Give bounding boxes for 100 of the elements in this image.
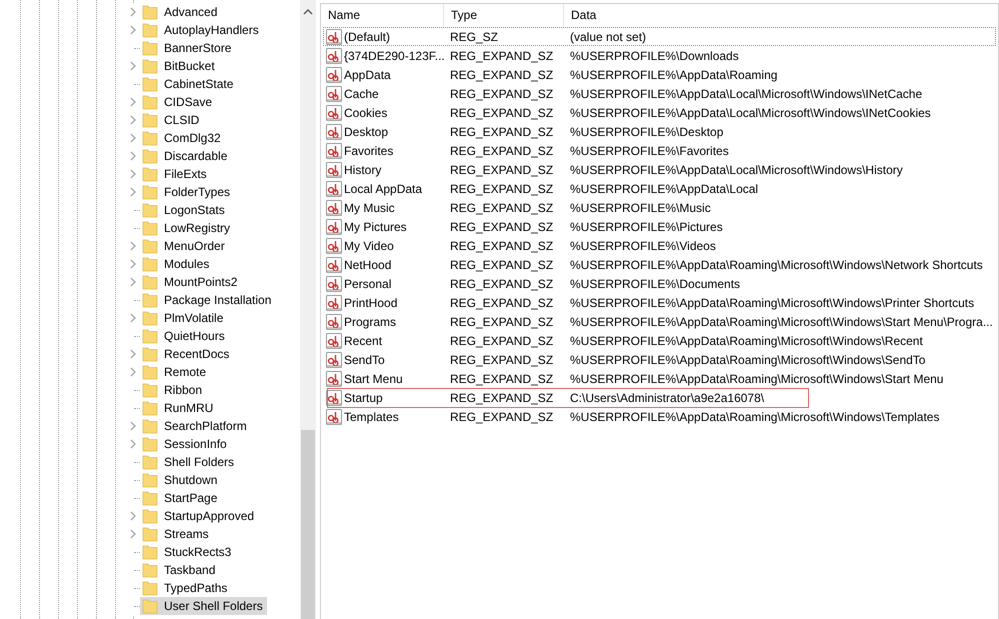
tree-item[interactable]: StartupApproved <box>140 507 258 525</box>
tree-item[interactable]: StartPage <box>140 489 222 507</box>
tree-item[interactable]: BitBucket <box>140 57 219 75</box>
chevron-icon[interactable] <box>129 115 137 125</box>
chevron-icon[interactable] <box>129 529 137 539</box>
value-row[interactable]: Cookies REG_EXPAND_SZ %USERPROFILE%\AppData\Local\Microsoft\Windows\INetCookies <box>323 103 996 122</box>
scrollbar[interactable] <box>300 0 316 619</box>
tree-item[interactable]: Modules <box>140 255 214 273</box>
tree-item[interactable]: Ribbon <box>140 381 206 399</box>
tree-item[interactable]: ComDlg32 <box>140 129 225 147</box>
value-data: %USERPROFILE%\AppData\Roaming\Microsoft\Windows\Network Shortcuts <box>570 258 983 272</box>
chevron-icon[interactable] <box>129 61 137 71</box>
chevron-icon[interactable] <box>129 367 137 377</box>
chevron-icon[interactable] <box>129 241 137 251</box>
value-type: REG_EXPAND_SZ <box>450 182 554 196</box>
value-row[interactable]: {374DE290-123F... REG_EXPAND_SZ %USERPROFILE%\Downloads <box>323 46 996 65</box>
value-name: SendTo <box>344 352 385 366</box>
tree-item[interactable]: Package Installation <box>140 291 276 309</box>
value-row[interactable]: Desktop REG_EXPAND_SZ %USERPROFILE%\Desktop <box>323 122 996 141</box>
tree-item[interactable]: TypedPaths <box>140 579 232 597</box>
value-data: %USERPROFILE%\Music <box>570 200 711 214</box>
tree-item[interactable]: CLSID <box>140 111 204 129</box>
tree-item[interactable]: BannerStore <box>140 39 236 57</box>
string-value-icon <box>326 370 342 386</box>
string-value-icon <box>326 104 342 120</box>
column-header[interactable]: Name <box>321 4 444 26</box>
column-header[interactable]: Type <box>444 4 564 26</box>
value-type: REG_EXPAND_SZ <box>450 390 554 404</box>
value-data: %USERPROFILE%\AppData\Roaming\Microsoft\Windows\Start Menu\Progra... <box>570 314 993 328</box>
value-type: REG_EXPAND_SZ <box>450 124 554 138</box>
value-data: %USERPROFILE%\AppData\Local\Microsoft\Windows\History <box>570 162 903 176</box>
tree-item[interactable]: Shell Folders <box>140 453 238 471</box>
chevron-icon[interactable] <box>129 511 137 521</box>
folder-icon <box>142 184 158 200</box>
value-row[interactable]: History REG_EXPAND_SZ %USERPROFILE%\AppData\Local\Microsoft\Windows\History <box>323 160 996 179</box>
chevron-icon[interactable] <box>129 169 137 179</box>
tree-item[interactable]: Taskband <box>140 561 220 579</box>
tree-item[interactable]: Discardable <box>140 147 232 165</box>
chevron-icon[interactable] <box>129 349 137 359</box>
value-row[interactable]: SendTo REG_EXPAND_SZ %USERPROFILE%\AppData\Roaming\Microsoft\Windows\SendTo <box>323 350 996 369</box>
value-row[interactable]: Start Menu REG_EXPAND_SZ %USERPROFILE%\AppData\Roaming\Microsoft\Windows\Start Menu <box>323 369 996 388</box>
tree-item[interactable]: SessionInfo <box>140 435 231 453</box>
value-type: REG_EXPAND_SZ <box>450 296 554 310</box>
chevron-icon[interactable] <box>129 439 137 449</box>
value-name: Desktop <box>344 124 388 138</box>
value-row[interactable]: Cache REG_EXPAND_SZ %USERPROFILE%\AppData\Local\Microsoft\Windows\INetCache <box>323 84 996 103</box>
tree-item[interactable]: FileExts <box>140 165 211 183</box>
tree-item[interactable]: MountPoints2 <box>140 273 242 291</box>
string-value-icon <box>326 162 342 178</box>
tree-item[interactable]: QuietHours <box>140 327 229 345</box>
tree-item[interactable]: RunMRU <box>140 399 218 417</box>
tree-item[interactable]: SearchPlatform <box>140 417 251 435</box>
column-header[interactable]: Data <box>564 4 998 26</box>
value-row[interactable]: Favorites REG_EXPAND_SZ %USERPROFILE%\Favorites <box>323 141 996 160</box>
chevron-icon[interactable] <box>129 7 137 17</box>
value-row[interactable]: Local AppData REG_EXPAND_SZ %USERPROFILE%\AppData\Local <box>323 179 996 198</box>
value-row[interactable]: (Default) REG_SZ (value not set) <box>323 27 996 46</box>
value-row[interactable]: AppData REG_EXPAND_SZ %USERPROFILE%\AppData\Roaming <box>323 65 996 84</box>
value-row[interactable]: My Video REG_EXPAND_SZ %USERPROFILE%\Videos <box>323 236 996 255</box>
value-name: Recent <box>344 334 382 348</box>
scroll-thumb[interactable] <box>301 430 315 619</box>
value-row[interactable]: My Pictures REG_EXPAND_SZ %USERPROFILE%\Pictures <box>323 217 996 236</box>
tree-item[interactable]: LogonStats <box>140 201 229 219</box>
tree-item[interactable]: MenuOrder <box>140 237 229 255</box>
tree-item[interactable]: CIDSave <box>140 93 216 111</box>
tree-item[interactable]: Advanced <box>140 3 222 21</box>
folder-icon <box>142 436 158 452</box>
chevron-icon[interactable] <box>129 97 137 107</box>
chevron-icon[interactable] <box>129 313 137 323</box>
value-data: %USERPROFILE%\AppData\Local\Microsoft\Windows\INetCache <box>570 86 922 100</box>
chevron-icon[interactable] <box>129 25 137 35</box>
tree-item[interactable]: RecentDocs <box>140 345 234 363</box>
value-row[interactable]: Templates REG_EXPAND_SZ %USERPROFILE%\AppData\Roaming\Microsoft\Windows\Templates <box>323 407 996 426</box>
tree-item[interactable]: Remote <box>140 363 210 381</box>
value-row[interactable]: Programs REG_EXPAND_SZ %USERPROFILE%\AppData\Roaming\Microsoft\Windows\Start Menu\Progra... <box>323 312 996 331</box>
chevron-icon[interactable] <box>129 187 137 197</box>
value-data: %USERPROFILE%\AppData\Local <box>570 182 758 196</box>
value-data: %USERPROFILE%\Pictures <box>570 220 723 234</box>
value-row[interactable]: Recent REG_EXPAND_SZ %USERPROFILE%\AppData\Roaming\Microsoft\Windows\Recent <box>323 331 996 350</box>
tree-item[interactable]: User Shell Folders <box>140 597 267 615</box>
chevron-icon[interactable] <box>129 259 137 269</box>
chevron-icon[interactable] <box>129 277 137 287</box>
tree-item[interactable]: Streams <box>140 525 213 543</box>
value-row[interactable]: PrintHood REG_EXPAND_SZ %USERPROFILE%\AppData\Roaming\Microsoft\Windows\Printer Shortcuts <box>323 293 996 312</box>
tree-item[interactable]: LowRegistry <box>140 219 234 237</box>
chevron-icon[interactable] <box>129 151 137 161</box>
tree-item[interactable]: CabinetState <box>140 75 238 93</box>
value-row[interactable]: NetHood REG_EXPAND_SZ %USERPROFILE%\AppData\Roaming\Microsoft\Windows\Network Shortcuts <box>323 255 996 274</box>
chevron-icon[interactable] <box>129 421 137 431</box>
string-value-icon <box>326 218 342 234</box>
tree-item[interactable]: FolderTypes <box>140 183 234 201</box>
tree-item[interactable]: StuckRects3 <box>140 543 236 561</box>
value-row[interactable]: Startup REG_EXPAND_SZ C:\Users\Administrator\a9e2a16078\ <box>323 388 996 407</box>
chevron-icon[interactable] <box>129 133 137 143</box>
tree-item[interactable]: AutoplayHandlers <box>140 21 263 39</box>
tree-item[interactable]: PlmVolatile <box>140 309 228 327</box>
tree-item[interactable]: Shutdown <box>140 471 222 489</box>
value-row[interactable]: Personal REG_EXPAND_SZ %USERPROFILE%\Documents <box>323 274 996 293</box>
value-row[interactable]: My Music REG_EXPAND_SZ %USERPROFILE%\Music <box>323 198 996 217</box>
folder-icon <box>142 166 158 182</box>
